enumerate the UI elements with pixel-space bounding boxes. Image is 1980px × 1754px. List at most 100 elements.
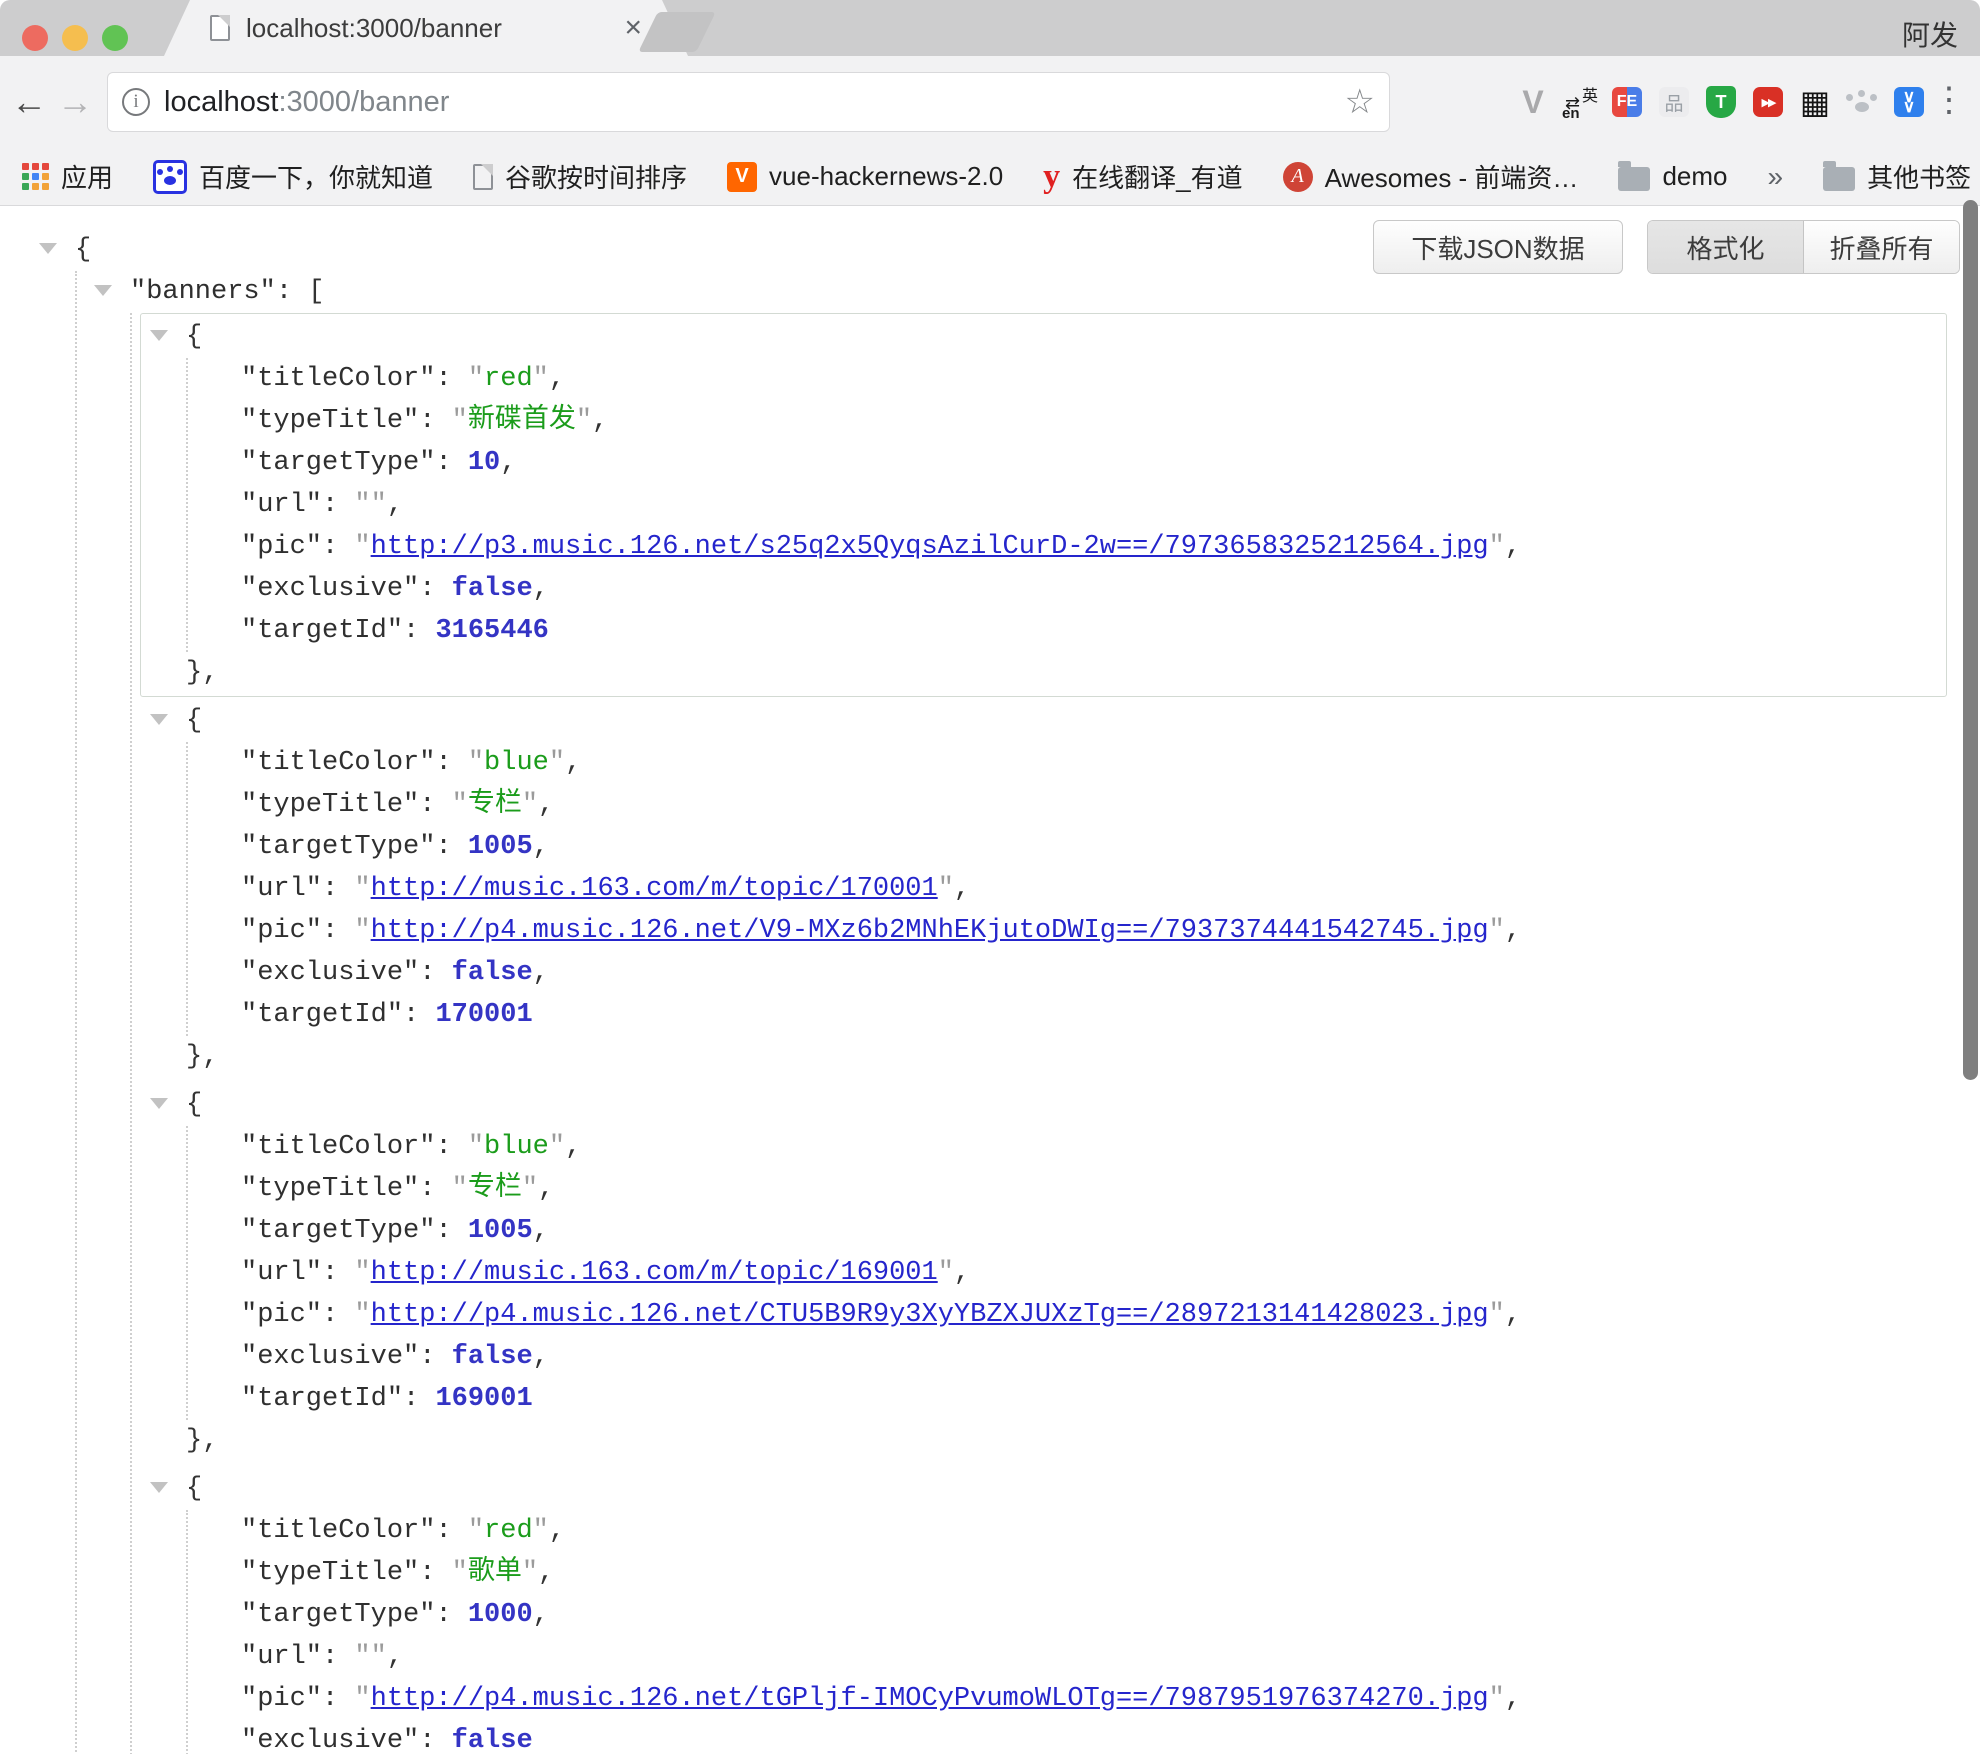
json-root-children: "banners": [{"titleColor": "red","typeTi… <box>75 271 1947 1754</box>
quote: " <box>549 1132 565 1162</box>
json-line: { <box>186 316 1946 358</box>
json-viewer: {"banners": [{"titleColor": "red","typeT… <box>0 206 1980 1754</box>
quote: " <box>468 1132 484 1162</box>
back-icon[interactable]: ← <box>6 81 52 123</box>
json-key: "titleColor" <box>241 1132 435 1162</box>
json-link[interactable]: http://music.163.com/m/topic/169001 <box>371 1258 938 1288</box>
fe-extension-icon[interactable]: FE <box>1612 87 1642 117</box>
quote: " <box>468 364 484 394</box>
json-number: 1000 <box>468 1600 533 1630</box>
close-window-button[interactable] <box>22 25 48 51</box>
video-downloader-icon[interactable]: ▶▶ <box>1753 87 1783 117</box>
scrollbar-thumb[interactable] <box>1963 200 1978 1080</box>
json-line: "typeTitle": "歌单", <box>241 1552 1946 1594</box>
browser-menu-icon[interactable]: ⋮ <box>1932 80 1966 120</box>
fullscreen-window-button[interactable] <box>102 25 128 51</box>
other-bookmarks-folder[interactable]: 其他书签 <box>1823 158 1971 195</box>
tab-close-icon[interactable]: × <box>624 11 642 45</box>
json-line: { <box>186 700 1946 742</box>
quote: " <box>522 1174 538 1204</box>
collapse-toggle-icon[interactable] <box>94 285 112 296</box>
bookmark-apps[interactable]: 应用 <box>22 158 113 195</box>
colon: : <box>419 1342 451 1372</box>
json-number: 10 <box>468 448 500 478</box>
comma: , <box>954 874 970 904</box>
bookmark-youdao-translate[interactable]: y 在线翻译_有道 <box>1043 158 1242 195</box>
page-icon <box>473 164 493 190</box>
collapse-toggle-icon[interactable] <box>150 1098 168 1109</box>
json-line: "targetId": 3165446 <box>241 610 1946 652</box>
paw-extension-icon[interactable] <box>1847 87 1877 117</box>
bookmarks-overflow-icon[interactable]: » <box>1767 161 1783 193</box>
window-controls <box>22 25 128 51</box>
json-boolean: false <box>452 574 533 604</box>
json-link[interactable]: http://p4.music.126.net/V9-MXz6b2MNhEKju… <box>371 916 1489 946</box>
address-bar[interactable]: i localhost:3000/banner ☆ <box>107 72 1390 132</box>
bookmark-google-sort[interactable]: 谷歌按时间排序 <box>473 158 687 195</box>
colon: : <box>322 916 354 946</box>
minimize-window-button[interactable] <box>62 25 88 51</box>
json-line: }, <box>186 652 1946 694</box>
folder-icon <box>1823 167 1855 191</box>
json-link[interactable]: http://p3.music.126.net/s25q2x5QyqsAzilC… <box>371 532 1489 562</box>
json-key: "titleColor" <box>241 364 435 394</box>
json-link[interactable]: http://p4.music.126.net/tGPljf-IMOCyPvum… <box>371 1684 1489 1714</box>
comma: , <box>387 1642 403 1672</box>
quote: " <box>354 1258 370 1288</box>
collapse-toggle-icon[interactable] <box>39 243 57 254</box>
json-object-children: "titleColor": "red","typeTitle": "新碟首发",… <box>186 358 1946 652</box>
bookmark-demo-folder[interactable]: demo <box>1618 161 1727 192</box>
translate-extension-icon[interactable]: ⇄ 英 en <box>1565 87 1595 117</box>
collapse-toggle-icon[interactable] <box>150 1482 168 1493</box>
quote: " <box>452 406 468 436</box>
json-key: "typeTitle" <box>241 1174 419 1204</box>
page-info-icon[interactable]: i <box>122 88 150 116</box>
bookmark-baidu[interactable]: 百度一下，你就知道 <box>153 158 433 195</box>
comma: , <box>1505 1684 1521 1714</box>
comma: , <box>533 958 549 988</box>
collapse-toggle-icon[interactable] <box>150 330 168 341</box>
apps-grid-icon <box>22 163 49 190</box>
json-line: "typeTitle": "专栏", <box>241 784 1946 826</box>
open-brace: { <box>186 1474 202 1504</box>
colon: : <box>435 748 467 778</box>
json-key: "exclusive" <box>241 1726 419 1754</box>
quote: " <box>468 1516 484 1546</box>
colon: : <box>419 1174 451 1204</box>
json-object-children: "titleColor": "blue","typeTitle": "专栏","… <box>186 1126 1946 1420</box>
json-link[interactable]: http://music.163.com/m/topic/170001 <box>371 874 938 904</box>
json-line: "exclusive": false, <box>241 952 1946 994</box>
quote: " <box>522 1558 538 1588</box>
json-line: "titleColor": "blue", <box>241 742 1946 784</box>
qr-code-icon[interactable]: ▦ <box>1800 87 1830 117</box>
folder-icon <box>1618 167 1650 191</box>
json-key: "targetType" <box>241 832 435 862</box>
colon: : <box>403 1384 435 1414</box>
json-line: "banners": [ <box>130 271 1947 313</box>
bookmarks-bar: 应用 百度一下，你就知道 谷歌按时间排序 V vue-hackernews-2.… <box>0 148 1980 206</box>
json-link[interactable]: http://p4.music.126.net/CTU5B9R9y3XyYBZX… <box>371 1300 1489 1330</box>
collapse-toggle-icon[interactable] <box>150 714 168 725</box>
comma: , <box>533 1600 549 1630</box>
open-brace: { <box>75 235 91 265</box>
quote: " <box>1489 1300 1505 1330</box>
json-key: "titleColor" <box>241 748 435 778</box>
url-text[interactable]: localhost:3000/banner <box>164 86 449 119</box>
json-key: "targetType" <box>241 1600 435 1630</box>
comma: , <box>500 448 516 478</box>
json-key: "targetType" <box>241 448 435 478</box>
colon: : <box>435 1216 467 1246</box>
quote: " <box>1489 532 1505 562</box>
profile-name[interactable]: 阿发 <box>1902 14 1958 54</box>
browser-tab[interactable]: localhost:3000/banner × <box>164 0 688 56</box>
sitemap-extension-icon[interactable]: 品 <box>1659 87 1689 117</box>
bookmark-vue-hackernews[interactable]: V vue-hackernews-2.0 <box>727 161 1003 192</box>
json-key: "pic" <box>241 532 322 562</box>
vue-devtools-icon[interactable]: V <box>1518 87 1548 117</box>
json-line: "targetId": 169001 <box>241 1378 1946 1420</box>
colon: : <box>403 616 435 646</box>
shield-extension-icon[interactable]: T <box>1706 87 1736 117</box>
bookmark-awesomes[interactable]: A Awesomes - 前端资… <box>1283 158 1579 195</box>
bookmark-star-icon[interactable]: ☆ <box>1345 82 1375 122</box>
download-helper-icon[interactable]: ∨∨ <box>1894 87 1924 117</box>
